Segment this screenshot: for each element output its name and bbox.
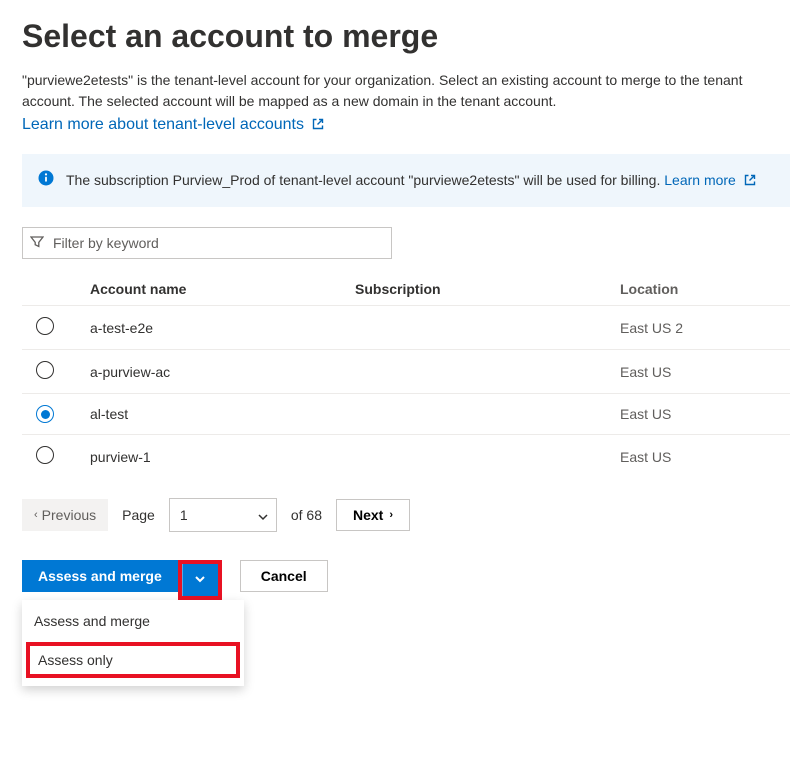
next-button[interactable]: Next › xyxy=(336,499,410,531)
pager: ‹ Previous Page 1 of 68 Next › xyxy=(22,498,790,532)
table-row[interactable]: al-test East US xyxy=(22,393,790,434)
open-new-window-icon xyxy=(744,171,756,183)
filter-input[interactable] xyxy=(22,227,392,259)
cell-account-name: al-test xyxy=(90,406,355,422)
cell-account-name: purview-1 xyxy=(90,449,355,465)
table-row[interactable]: a-purview-ac East US xyxy=(22,349,790,393)
menu-item-assess-only[interactable]: Assess only xyxy=(26,642,240,678)
chevron-down-icon xyxy=(258,509,268,519)
learn-more-tenant-link[interactable]: Learn more about tenant-level accounts xyxy=(22,116,324,133)
row-radio[interactable] xyxy=(36,446,54,464)
action-bar: Assess and merge Assess and merge Assess… xyxy=(22,560,790,600)
filter-icon xyxy=(30,235,44,249)
split-button-caret[interactable] xyxy=(182,564,218,596)
cell-account-name: a-purview-ac xyxy=(90,364,355,380)
split-button-menu: Assess and merge Assess only xyxy=(22,600,244,686)
col-header-subscription: Subscription xyxy=(355,281,620,297)
page-select[interactable]: 1 xyxy=(169,498,277,532)
table-row[interactable]: purview-1 East US xyxy=(22,434,790,478)
page-of-total: of 68 xyxy=(291,507,322,523)
cell-location: East US 2 xyxy=(620,320,790,336)
info-learn-more-link[interactable]: Learn more xyxy=(664,172,755,188)
info-banner: The subscription Purview_Prod of tenant-… xyxy=(22,154,790,208)
chevron-left-icon: ‹ xyxy=(34,510,38,521)
row-radio[interactable] xyxy=(36,361,54,379)
page-description: "purviewe2etests" is the tenant-level ac… xyxy=(22,70,790,112)
highlight-frame xyxy=(178,560,222,600)
col-header-location: Location xyxy=(620,281,790,297)
open-new-window-icon xyxy=(312,117,324,129)
row-radio[interactable] xyxy=(36,405,54,423)
cancel-button[interactable]: Cancel xyxy=(240,560,328,592)
info-icon xyxy=(38,170,54,186)
chevron-down-icon xyxy=(194,573,206,588)
accounts-table: Account name Subscription Location a-tes… xyxy=(22,273,790,478)
cell-location: East US xyxy=(620,406,790,422)
cell-location: East US xyxy=(620,364,790,380)
cell-location: East US xyxy=(620,449,790,465)
menu-item-assess-and-merge[interactable]: Assess and merge xyxy=(22,604,244,638)
assess-and-merge-button[interactable]: Assess and merge xyxy=(22,560,178,592)
previous-button[interactable]: ‹ Previous xyxy=(22,499,108,531)
table-header-row: Account name Subscription Location xyxy=(22,273,790,305)
row-radio[interactable] xyxy=(36,317,54,335)
chevron-right-icon: › xyxy=(389,510,393,521)
page-title: Select an account to merge xyxy=(22,18,790,56)
page-label: Page xyxy=(122,507,155,523)
table-row[interactable]: a-test-e2e East US 2 xyxy=(22,305,790,349)
col-header-name: Account name xyxy=(90,281,355,297)
cell-account-name: a-test-e2e xyxy=(90,320,355,336)
